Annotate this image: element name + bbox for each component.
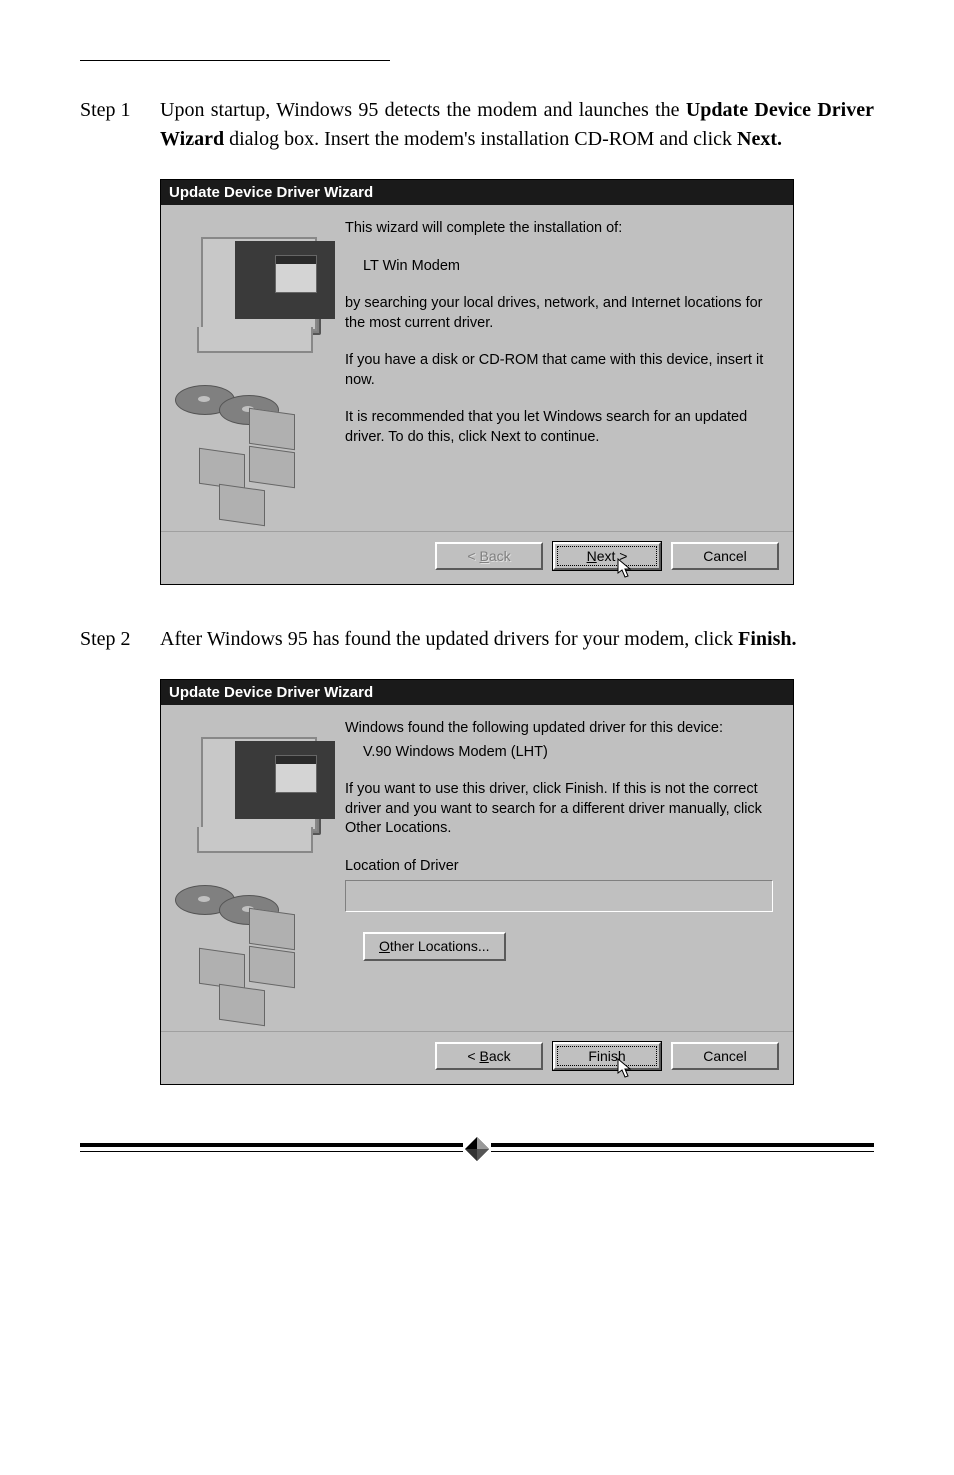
step-2-row: Step 2 After Windows 95 has found the up… [80, 625, 874, 654]
dialog1-content: This wizard will complete the installati… [345, 219, 779, 521]
back-post: ack [489, 1048, 511, 1064]
back-post: ack [489, 548, 511, 564]
cancel-button[interactable]: Cancel [671, 1042, 779, 1070]
footer-divider [80, 1125, 874, 1175]
step-1-row: Step 1 Upon startup, Windows 95 detects … [80, 96, 874, 154]
next-u: N [587, 548, 597, 564]
dialog1-title: Update Device Driver Wizard [161, 180, 793, 205]
back-pre: < [467, 548, 479, 564]
top-divider [80, 60, 390, 61]
step-1-text: Upon startup, Windows 95 detects the mod… [160, 96, 874, 154]
location-field [345, 880, 773, 912]
dialog1-wrap: Update Device Driver Wizard [160, 179, 794, 585]
dialog1-p1: This wizard will complete the installati… [345, 219, 773, 239]
back-u: B [479, 548, 488, 564]
other-post: ther Locations... [390, 938, 490, 954]
dialog2-body: Windows found the following updated driv… [161, 705, 793, 1032]
dialog2-p2: If you want to use this driver, click Fi… [345, 780, 773, 839]
step-1-label: Step 1 [80, 99, 160, 122]
cursor-icon [617, 558, 635, 580]
dialog2-loc-label: Location of Driver [345, 857, 773, 877]
dialog2: Update Device Driver Wizard [160, 679, 794, 1085]
finish-button[interactable]: Finish [553, 1042, 661, 1070]
diamond-icon [463, 1135, 491, 1163]
cancel-button[interactable]: Cancel [671, 542, 779, 570]
step-2-text: After Windows 95 has found the updated d… [160, 625, 797, 654]
dialog1-body: This wizard will complete the installati… [161, 205, 793, 532]
dialog1-graphic [175, 219, 345, 521]
document-page: Step 1 Upon startup, Windows 95 detects … [0, 0, 954, 1215]
dialog2-content: Windows found the following updated driv… [345, 719, 779, 1021]
dialog2-title: Update Device Driver Wizard [161, 680, 793, 705]
monitor-icon [175, 741, 325, 861]
step2-text-a: After Windows 95 has found the updated d… [160, 628, 738, 650]
dialog2-buttons: < Back Finish Cancel [161, 1032, 793, 1084]
monitor-icon [175, 241, 325, 361]
disc-stack-icon [175, 381, 325, 521]
back-pre: < [467, 1048, 479, 1064]
dialog2-device: V.90 Windows Modem (LHT) [345, 743, 773, 763]
dialog2-wrap: Update Device Driver Wizard [160, 679, 794, 1085]
step1-text-b: dialog box. Insert the modem's installat… [224, 128, 737, 150]
disc-stack-icon [175, 881, 325, 1021]
dialog1: Update Device Driver Wizard [160, 179, 794, 585]
step-2-label: Step 2 [80, 628, 160, 651]
dialog1-buttons: < Back Next > Cancel [161, 532, 793, 584]
step1-text-a: Upon startup, Windows 95 detects the mod… [160, 99, 686, 121]
dialog1-device: LT Win Modem [345, 257, 773, 277]
other-locations-button[interactable]: Other Locations... [363, 932, 506, 961]
back-u: B [479, 1048, 488, 1064]
dialog1-p3: If you have a disk or CD-ROM that came w… [345, 351, 773, 390]
back-button[interactable]: < Back [435, 1042, 543, 1070]
cursor-icon [617, 1058, 635, 1080]
dialog1-p4: It is recommended that you let Windows s… [345, 408, 773, 447]
next-button[interactable]: Next > [553, 542, 661, 570]
other-u: O [379, 938, 390, 954]
back-button: < Back [435, 542, 543, 570]
step1-bold2: Next. [737, 128, 782, 150]
dialog2-graphic [175, 719, 345, 1021]
step2-bold1: Finish. [738, 628, 796, 650]
dialog2-p1: Windows found the following updated driv… [345, 719, 773, 739]
dialog1-p2: by searching your local drives, network,… [345, 294, 773, 333]
